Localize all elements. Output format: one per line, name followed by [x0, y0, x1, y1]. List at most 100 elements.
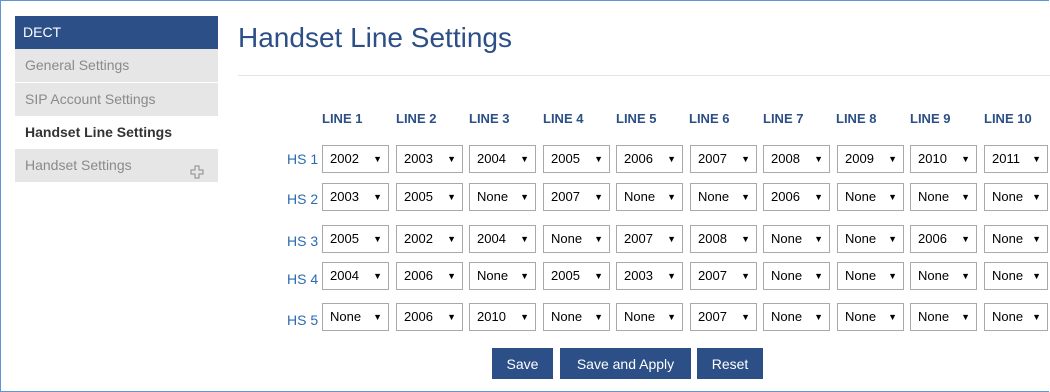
triangle-down-icon: ▼ — [520, 312, 529, 322]
line-select-hs5-line5[interactable]: None ▼ — [616, 303, 683, 331]
triangle-down-icon: ▼ — [667, 312, 676, 322]
triangle-down-icon: ▼ — [814, 234, 823, 244]
line-select-hs5-line3[interactable]: 2010 ▼ — [469, 303, 536, 331]
line-select-hs4-line4[interactable]: 2005 ▼ — [543, 262, 610, 290]
select-value: None — [771, 309, 803, 324]
line-select-hs1-line5[interactable]: 2006 ▼ — [616, 145, 683, 173]
triangle-down-icon: ▼ — [667, 154, 676, 164]
line-select-hs5-line7[interactable]: None ▼ — [763, 303, 830, 331]
row-header-hs-2: HS 2 — [287, 191, 319, 207]
column-header-line-10: LINE 10 — [984, 111, 1032, 126]
triangle-down-icon: ▼ — [594, 271, 603, 281]
triangle-down-icon: ▼ — [594, 234, 603, 244]
line-select-hs5-line8[interactable]: None ▼ — [837, 303, 904, 331]
line-select-hs2-line5[interactable]: None ▼ — [616, 183, 683, 211]
select-value: 2006 — [624, 151, 653, 166]
select-value: 2008 — [698, 231, 727, 246]
plus-icon[interactable] — [190, 158, 204, 179]
line-select-hs2-line4[interactable]: 2007 ▼ — [543, 183, 610, 211]
select-value: None — [918, 309, 950, 324]
line-select-hs3-line8[interactable]: None ▼ — [837, 225, 904, 253]
sidebar-item-general-settings[interactable]: General Settings — [15, 49, 218, 82]
line-select-hs1-line4[interactable]: 2005 ▼ — [543, 145, 610, 173]
select-value: None — [698, 189, 730, 204]
line-select-hs5-line1[interactable]: None ▼ — [322, 303, 389, 331]
select-value: 2009 — [845, 151, 874, 166]
line-select-hs3-line3[interactable]: 2004 ▼ — [469, 225, 536, 253]
line-select-hs5-line6[interactable]: 2007 ▼ — [690, 303, 757, 331]
line-select-hs4-line3[interactable]: None ▼ — [469, 262, 536, 290]
triangle-down-icon: ▼ — [594, 312, 603, 322]
triangle-down-icon: ▼ — [888, 234, 897, 244]
line-select-hs5-line2[interactable]: 2006 ▼ — [396, 303, 463, 331]
triangle-down-icon: ▼ — [814, 192, 823, 202]
select-value: 2005 — [551, 151, 580, 166]
select-value: 2003 — [624, 268, 653, 283]
line-select-hs5-line9[interactable]: None ▼ — [910, 303, 977, 331]
column-header-line-8: LINE 8 — [836, 111, 877, 126]
select-value: 2006 — [918, 231, 947, 246]
line-select-hs4-line5[interactable]: 2003 ▼ — [616, 262, 683, 290]
line-select-hs3-line5[interactable]: 2007 ▼ — [616, 225, 683, 253]
select-value: 2007 — [698, 268, 727, 283]
line-select-hs5-line4[interactable]: None ▼ — [543, 303, 610, 331]
line-select-hs4-line6[interactable]: 2007 ▼ — [690, 262, 757, 290]
sidebar-item-handset-line-settings[interactable]: Handset Line Settings — [15, 116, 218, 149]
line-select-hs1-line8[interactable]: 2009 ▼ — [837, 145, 904, 173]
sidebar-item-sip-account-settings[interactable]: SIP Account Settings — [15, 82, 218, 116]
line-select-hs2-line10[interactable]: None ▼ — [984, 183, 1048, 211]
line-select-hs1-line7[interactable]: 2008 ▼ — [763, 145, 830, 173]
triangle-down-icon: ▼ — [520, 154, 529, 164]
line-select-hs1-line2[interactable]: 2003 ▼ — [396, 145, 463, 173]
reset-button[interactable]: Reset — [697, 348, 763, 379]
triangle-down-icon: ▼ — [447, 312, 456, 322]
line-select-hs3-line4[interactable]: None ▼ — [543, 225, 610, 253]
line-select-hs4-line7[interactable]: None ▼ — [763, 262, 830, 290]
triangle-down-icon: ▼ — [1032, 192, 1041, 202]
line-select-hs1-line9[interactable]: 2010 ▼ — [910, 145, 977, 173]
line-select-hs2-line6[interactable]: None ▼ — [690, 183, 757, 211]
line-select-hs3-line7[interactable]: None ▼ — [763, 225, 830, 253]
line-select-hs3-line9[interactable]: 2006 ▼ — [910, 225, 977, 253]
sidebar-item-handset-settings[interactable]: Handset Settings — [15, 149, 218, 182]
line-select-hs1-line3[interactable]: 2004 ▼ — [469, 145, 536, 173]
select-value: None — [330, 309, 362, 324]
line-select-hs2-line8[interactable]: None ▼ — [837, 183, 904, 211]
triangle-down-icon: ▼ — [447, 271, 456, 281]
line-select-hs4-line1[interactable]: 2004 ▼ — [322, 262, 389, 290]
save-and-apply-button[interactable]: Save and Apply — [560, 348, 691, 379]
triangle-down-icon: ▼ — [1032, 154, 1041, 164]
line-select-hs1-line6[interactable]: 2007 ▼ — [690, 145, 757, 173]
line-select-hs4-line10[interactable]: None ▼ — [984, 262, 1048, 290]
line-select-hs4-line2[interactable]: 2006 ▼ — [396, 262, 463, 290]
triangle-down-icon: ▼ — [1032, 234, 1041, 244]
page-title: Handset Line Settings — [238, 22, 512, 53]
line-select-hs4-line9[interactable]: None ▼ — [910, 262, 977, 290]
select-value: None — [771, 231, 803, 246]
line-select-hs2-line9[interactable]: None ▼ — [910, 183, 977, 211]
line-select-hs2-line2[interactable]: 2005 ▼ — [396, 183, 463, 211]
line-select-hs3-line10[interactable]: None ▼ — [984, 225, 1048, 253]
triangle-down-icon: ▼ — [961, 312, 970, 322]
line-select-hs1-line10[interactable]: 2011 ▼ — [984, 145, 1048, 173]
select-value: 2006 — [771, 189, 800, 204]
triangle-down-icon: ▼ — [667, 271, 676, 281]
line-select-hs3-line1[interactable]: 2005 ▼ — [322, 225, 389, 253]
triangle-down-icon: ▼ — [741, 312, 750, 322]
line-select-hs2-line3[interactable]: None ▼ — [469, 183, 536, 211]
triangle-down-icon: ▼ — [520, 271, 529, 281]
line-select-hs2-line1[interactable]: 2003 ▼ — [322, 183, 389, 211]
column-header-line-3: LINE 3 — [469, 111, 510, 126]
triangle-down-icon: ▼ — [594, 192, 603, 202]
row-header-hs-5: HS 5 — [287, 312, 319, 328]
row-header-hs-3: HS 3 — [287, 233, 319, 249]
line-select-hs3-line6[interactable]: 2008 ▼ — [690, 225, 757, 253]
line-select-hs5-line10[interactable]: None ▼ — [984, 303, 1048, 331]
save-button[interactable]: Save — [492, 348, 553, 379]
line-select-hs1-line1[interactable]: 2002 ▼ — [322, 145, 389, 173]
line-select-hs2-line7[interactable]: 2006 ▼ — [763, 183, 830, 211]
line-select-hs3-line2[interactable]: 2002 ▼ — [396, 225, 463, 253]
column-header-line-7: LINE 7 — [763, 111, 804, 126]
line-select-hs4-line8[interactable]: None ▼ — [837, 262, 904, 290]
select-value: None — [551, 309, 583, 324]
